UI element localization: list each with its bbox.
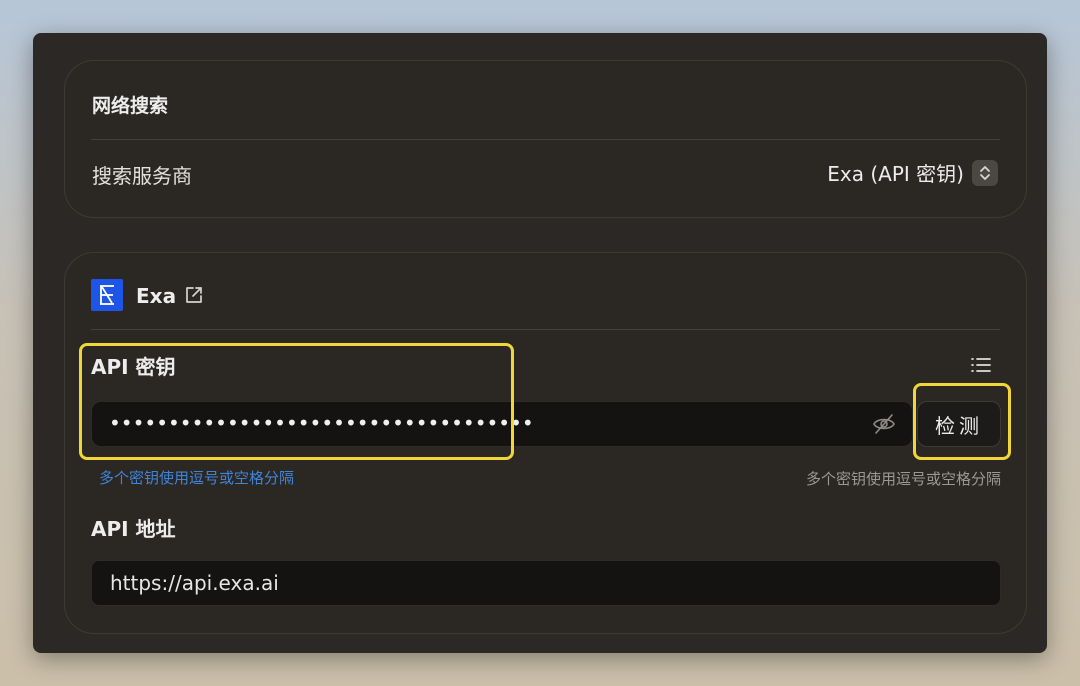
list-icon[interactable] bbox=[970, 355, 992, 375]
divider bbox=[91, 329, 1000, 330]
exa-logo-icon bbox=[91, 279, 123, 311]
api-url-value: https://api.exa.ai bbox=[110, 571, 279, 595]
api-key-value: •••••••••••••••••••••••••••••••••••• bbox=[109, 411, 534, 435]
api-key-hint: 多个密钥使用逗号或空格分隔 bbox=[805, 470, 1001, 488]
divider bbox=[91, 139, 1000, 140]
api-url-input[interactable]: https://api.exa.ai bbox=[91, 560, 1001, 606]
api-url-label: API 地址 bbox=[91, 517, 176, 541]
settings-window: 网络搜索 搜索服务商 Exa (API 密钥) Exa API 密钥 •••••… bbox=[33, 33, 1047, 653]
provider-label: 搜索服务商 bbox=[92, 164, 192, 188]
provider-select[interactable]: Exa (API 密钥) bbox=[827, 158, 998, 187]
provider-value: Exa (API 密钥) bbox=[827, 162, 964, 186]
eye-off-icon[interactable] bbox=[872, 413, 896, 435]
external-link-icon[interactable] bbox=[184, 285, 204, 305]
web-search-card: 网络搜索 搜索服务商 Exa (API 密钥) bbox=[64, 60, 1027, 218]
api-key-input[interactable]: •••••••••••••••••••••••••••••••••••• bbox=[91, 401, 913, 447]
provider-name: Exa bbox=[136, 284, 177, 308]
api-key-hint-link[interactable]: 多个密钥使用逗号或空格分隔 bbox=[99, 467, 294, 488]
section-title: 网络搜索 bbox=[92, 95, 169, 117]
check-button[interactable]: 检测 bbox=[917, 401, 1001, 447]
chevron-updown-icon[interactable] bbox=[972, 159, 998, 186]
exa-config-card: Exa API 密钥 •••••••••••••••••••••••••••••… bbox=[64, 252, 1027, 634]
api-key-label: API 密钥 bbox=[91, 355, 176, 379]
